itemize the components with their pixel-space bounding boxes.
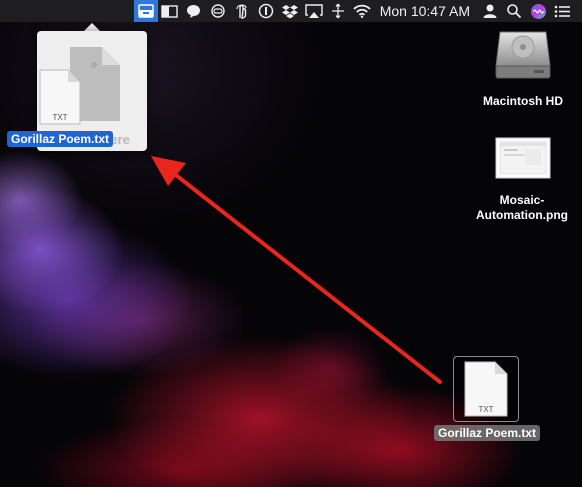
drag-direction-arrow bbox=[151, 156, 442, 384]
desktop: Mon 10:47 AM Here TXT Gorillaz Poem.txt bbox=[0, 0, 582, 487]
